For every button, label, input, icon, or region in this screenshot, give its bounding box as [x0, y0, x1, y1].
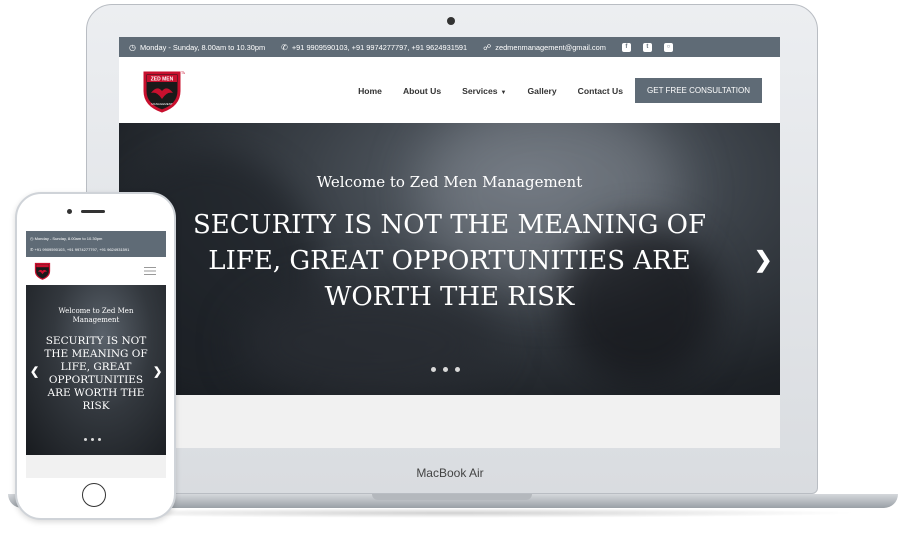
- zed-men-logo[interactable]: ZED MEN MANAGEMENT TM: [139, 67, 185, 113]
- laptop-camera: [447, 17, 455, 25]
- mobile-hero-headline: SECURITY IS NOT THE MEANING OF LIFE, GRE…: [44, 335, 148, 412]
- mobile-hero-welcome: Welcome to Zed Men Management: [58, 307, 134, 324]
- globe-icon: ☍: [483, 42, 492, 52]
- mobile-slide-indicators: [84, 438, 105, 441]
- hours-info: ◷ Monday - Sunday, 8.00am to 10.30pm: [129, 43, 265, 52]
- phone-home-button: [82, 483, 106, 507]
- laptop-screen: ◷ Monday - Sunday, 8.00am to 10.30pm ✆ +…: [119, 37, 780, 448]
- hamburger-menu-icon[interactable]: [144, 266, 156, 276]
- nav-services-label: Services: [462, 85, 498, 96]
- phone-info: ✆ +91 9909590103, +91 9974277797, +91 96…: [281, 43, 467, 52]
- nav-gallery[interactable]: Gallery: [527, 86, 556, 96]
- contact-topbar: ◷ Monday - Sunday, 8.00am to 10.30pm ✆ +…: [119, 37, 780, 57]
- mobile-phones: ✆ +91 9909590103, +91 9974277797, +91 96…: [30, 247, 130, 252]
- slide-indicators: [431, 367, 467, 372]
- free-consultation-button[interactable]: GET FREE CONSULTATION: [635, 78, 762, 103]
- mobile-hours-text: Monday - Sunday, 8.00am to 10.30pm: [34, 236, 103, 241]
- main-nav: Home About Us Services ▼ Gallery Contact …: [358, 78, 762, 103]
- hero-slider: Welcome to Zed Men Management SECURITY I…: [119, 123, 780, 395]
- nav-home[interactable]: Home: [358, 86, 382, 96]
- mobile-topbar: ◷ Monday - Sunday, 8.00am to 10.30pm ✆ +…: [26, 231, 166, 257]
- twitter-icon[interactable]: t: [642, 42, 652, 52]
- facebook-icon[interactable]: f: [621, 42, 631, 52]
- slide-dot[interactable]: [443, 367, 448, 372]
- hours-text: Monday - Sunday, 8.00am to 10.30pm: [139, 42, 266, 52]
- slide-dot[interactable]: [84, 438, 87, 441]
- content-area: [119, 395, 780, 448]
- mobile-phones-text[interactable]: +91 9909590103, +91 9974277797, +91 9624…: [34, 247, 129, 252]
- mobile-header: [26, 257, 166, 285]
- logo-tm: TM: [181, 71, 185, 75]
- mobile-hours: ◷ Monday - Sunday, 8.00am to 10.30pm: [30, 236, 103, 241]
- phone-icon: ✆: [281, 42, 288, 52]
- logo-text-top: ZED MEN: [151, 77, 174, 83]
- nav-services[interactable]: Services ▼: [462, 86, 506, 96]
- mobile-logo[interactable]: [33, 261, 52, 280]
- site-header: ZED MEN MANAGEMENT TM Home About Us Serv…: [119, 57, 780, 123]
- slide-dot[interactable]: [98, 438, 101, 441]
- phone-text[interactable]: +91 9909590103, +91 9974277797, +91 9624…: [292, 43, 467, 52]
- hero-welcome: Welcome to Zed Men Management: [316, 173, 583, 191]
- phone-camera: [67, 209, 72, 214]
- email-info: ☍ zedmenmanagement@gmail.com: [483, 43, 606, 52]
- phone-screen: ◷ Monday - Sunday, 8.00am to 10.30pm ✆ +…: [26, 231, 166, 478]
- clock-icon: ◷: [129, 42, 136, 52]
- email-link[interactable]: zedmenmanagement@gmail.com: [495, 43, 606, 52]
- nav-contact-us[interactable]: Contact Us: [578, 86, 623, 96]
- laptop-base-notch: [372, 494, 532, 500]
- phone-speaker: [81, 210, 105, 213]
- prev-slide-arrow-icon[interactable]: ❮: [30, 365, 39, 378]
- slide-dot[interactable]: [455, 367, 460, 372]
- instagram-icon[interactable]: ○: [663, 42, 673, 52]
- slide-dot[interactable]: [91, 438, 94, 441]
- logo-text-bottom: MANAGEMENT: [151, 102, 173, 106]
- slide-dot[interactable]: [431, 367, 436, 372]
- caret-down-icon: ▼: [500, 89, 507, 96]
- mobile-hero-slider: Welcome to Zed Men Management SECURITY I…: [26, 285, 166, 455]
- nav-about-us[interactable]: About Us: [403, 86, 441, 96]
- next-slide-arrow-icon[interactable]: ❯: [153, 365, 162, 378]
- next-slide-arrow-icon[interactable]: ❯: [754, 247, 772, 273]
- hero-headline: SECURITY IS NOT THE MEANING OF LIFE, GRE…: [192, 210, 707, 312]
